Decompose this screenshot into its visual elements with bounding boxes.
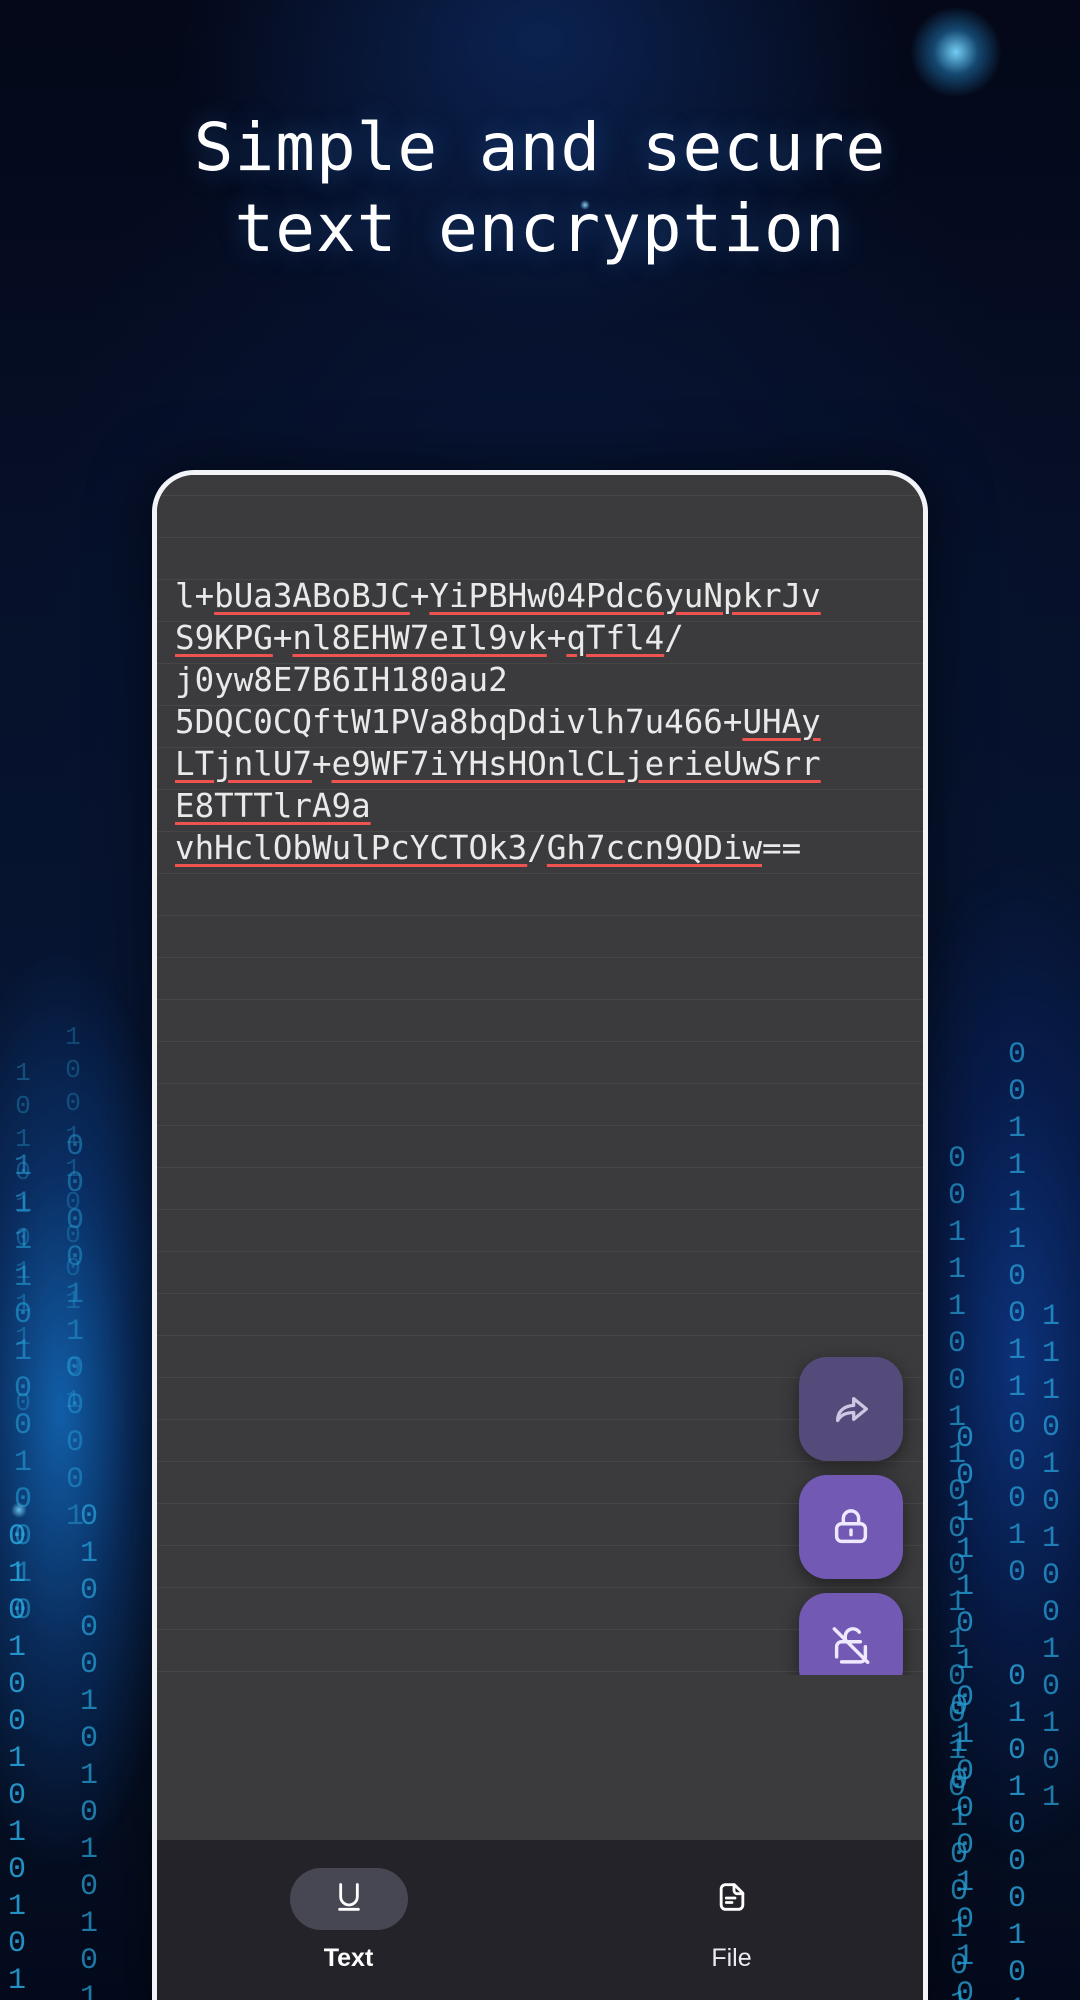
ciphertext-textarea[interactable]: l+bUa3ABoBJC+YiPBHw04Pdc6yuNpkrJv S9KPG+n…	[175, 575, 899, 869]
share-button[interactable]	[799, 1357, 903, 1461]
tab-text[interactable]: Text	[157, 1868, 540, 1973]
spellcheck-underlined-run: vhHclObWulPcYCTOk3	[175, 829, 528, 867]
share-arrow-icon	[828, 1386, 874, 1432]
spellcheck-underlined-run: S9KPG	[175, 619, 273, 657]
spellcheck-underlined-run: YiPBHw04Pdc6yuNpkrJv	[429, 577, 821, 615]
phone-mockup: l+bUa3ABoBJC+YiPBHw04Pdc6yuNpkrJv S9KPG+n…	[152, 470, 928, 2000]
page-title-line-1: Simple and secure	[193, 109, 887, 186]
ciphertext-run: 5DQC0CQftW1PVa8bqDdivlh7u466+	[175, 703, 743, 741]
background-light-dot	[910, 6, 1002, 98]
page-title-line-2: text encryption	[234, 189, 846, 267]
spellcheck-underlined-run: qTfl4	[566, 619, 665, 657]
ciphertext-line: S9KPG+nl8EHW7eIl9vk+qTfl4/	[175, 617, 899, 659]
tab-file[interactable]: File	[540, 1868, 923, 1973]
ciphertext-run: +	[311, 745, 332, 783]
ciphertext-run: +	[272, 619, 293, 657]
file-document-icon	[712, 1877, 752, 1922]
tab-text-label: Text	[323, 1944, 374, 1972]
spellcheck-underlined-run: e9WF7iYHsHOnlCLjerieUwSrr	[331, 745, 821, 783]
background-sparkle-b	[11, 1502, 27, 1518]
decrypt-button[interactable]	[799, 1593, 903, 1675]
ciphertext-run: /	[527, 829, 547, 867]
ciphertext-line: E8TTTlrA9a	[175, 785, 899, 827]
spellcheck-underlined-run: nl8EHW7eIl9vk	[292, 619, 547, 657]
page-title: Simple and secure text encryption	[0, 108, 1080, 269]
ciphertext-run: j0yw8E7B6IH180au2	[175, 661, 508, 699]
ciphertext-line: 5DQC0CQftW1PVa8bqDdivlh7u466+UHAy	[175, 701, 899, 743]
ciphertext-line: l+bUa3ABoBJC+YiPBHw04Pdc6yuNpkrJv	[175, 575, 899, 617]
tab-text-pill	[289, 1868, 408, 1930]
text-format-icon	[329, 1877, 369, 1922]
spellcheck-underlined-run: Gh7ccn9QDiw	[546, 829, 763, 867]
lock-icon	[828, 1504, 874, 1550]
ciphertext-run: +	[409, 577, 430, 615]
editor-area: l+bUa3ABoBJC+YiPBHw04Pdc6yuNpkrJv S9KPG+n…	[157, 475, 923, 1675]
spellcheck-underlined-run: E8TTTlrA9a	[175, 787, 371, 825]
ciphertext-run: +	[546, 619, 567, 657]
spellcheck-underlined-run: LTjnlU7	[175, 745, 312, 783]
ciphertext-line: j0yw8E7B6IH180au2	[175, 659, 899, 701]
bottom-navigation: Text File	[157, 1840, 923, 2000]
spellcheck-underlined-run: bUa3ABoBJC	[214, 577, 410, 615]
ciphertext-run: ==	[762, 829, 802, 867]
tab-file-label: File	[711, 1944, 752, 1972]
spellcheck-underlined-run: UHAy	[742, 703, 821, 741]
app-screenshot: 1111010010010 00001100001 101010111 0 10011…	[0, 0, 1080, 2000]
ciphertext-line: vhHclObWulPcYCTOk3/Gh7ccn9QDiw==	[175, 827, 899, 869]
ciphertext-line: LTjnlU7+e9WF7iYHsHOnlCLjerieUwSrr	[175, 743, 899, 785]
encrypt-button[interactable]	[799, 1475, 903, 1579]
lock-slash-icon	[828, 1622, 874, 1668]
tab-file-pill	[673, 1868, 791, 1930]
ciphertext-run: l+	[175, 577, 215, 615]
ciphertext-run: /	[664, 619, 684, 657]
